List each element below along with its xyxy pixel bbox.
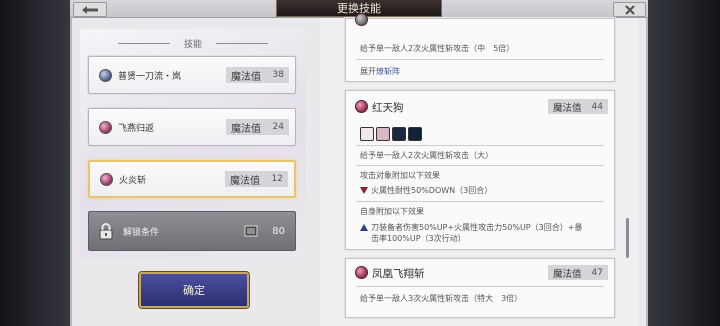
skill-name: 普贤一刀流・岚 bbox=[118, 71, 182, 82]
close-icon bbox=[624, 4, 635, 15]
card-divider bbox=[356, 59, 604, 60]
mp-label: 魔法值 bbox=[553, 268, 582, 280]
skill-card-title: 红天狗 bbox=[372, 102, 404, 114]
mp-cost-box: 魔法值 24 bbox=[226, 119, 289, 135]
sword-icon bbox=[408, 127, 422, 141]
buff-icon-row bbox=[360, 127, 422, 141]
sparkle-icon bbox=[392, 127, 406, 141]
card-divider bbox=[356, 145, 604, 146]
expand-prefix: 展开 bbox=[360, 67, 376, 76]
skill-orb-icon bbox=[355, 266, 368, 279]
scroll-item-icon bbox=[244, 225, 258, 237]
mp-value: 24 bbox=[272, 122, 284, 132]
skill-card-title: 凤凰飞翔斩 bbox=[372, 268, 425, 280]
unlock-label: 解锁条件 bbox=[123, 227, 160, 238]
skill-card-main[interactable]: 红天狗 魔法值 44 给予单一敌人2次火属性斩攻击（大） 攻击对象附加以下效果 … bbox=[345, 90, 615, 250]
card-divider bbox=[356, 201, 604, 202]
lock-icon bbox=[99, 223, 113, 240]
skill-orb-icon bbox=[355, 13, 368, 26]
mp-value: 12 bbox=[271, 174, 283, 184]
mp-cost-box: 魔法值 12 bbox=[225, 171, 288, 187]
skill-orb-icon bbox=[99, 120, 112, 134]
back-button[interactable] bbox=[73, 2, 107, 17]
close-button[interactable] bbox=[613, 2, 646, 17]
skill-item-1[interactable]: 普贤一刀流・岚 魔法值 38 bbox=[88, 56, 296, 94]
fire-crest-icon bbox=[376, 127, 390, 141]
mp-label: 魔法值 bbox=[553, 102, 582, 114]
unlock-value: 80 bbox=[272, 225, 285, 237]
self-effect-text-1: 刀装备者伤害50%UP+火属性攻击力50%UP（3回合）+暴 bbox=[371, 223, 583, 232]
debuff-arrow-down-icon bbox=[360, 187, 368, 194]
back-arrow-icon bbox=[82, 5, 98, 14]
skill-description: 给予单一敌人3次火属性斩攻击（特大 3倍） bbox=[360, 294, 523, 303]
skill-item-3-selected[interactable]: 火炎斩 魔法值 12 bbox=[88, 160, 296, 198]
mp-cost-box: 魔法值 38 bbox=[226, 67, 289, 83]
mp-cost-box: 魔法值 44 bbox=[548, 99, 608, 114]
target-effect-text: 火属性耐性50%DOWN（3回合） bbox=[371, 186, 493, 195]
skills-section-header: 技能 bbox=[80, 36, 306, 50]
self-effect-title: 自身附加以下效果 bbox=[360, 207, 424, 216]
card-divider bbox=[356, 165, 604, 166]
skill-card-next[interactable]: 凤凰飞翔斩 魔法值 47 给予单一敌人3次火属性斩攻击（特大 3倍） bbox=[345, 258, 615, 318]
skill-orb-icon bbox=[355, 100, 368, 113]
buff-arrow-up-icon bbox=[360, 224, 368, 231]
unlock-condition-button[interactable]: 解锁条件 80 bbox=[88, 211, 296, 251]
demon-mask-icon bbox=[360, 127, 374, 141]
header-divider-right bbox=[216, 42, 268, 44]
skill-name: 火炎斩 bbox=[119, 175, 147, 186]
target-effect-title: 攻击对象附加以下效果 bbox=[360, 171, 440, 180]
expand-row: 展开燎斩阵 bbox=[360, 66, 400, 77]
mp-label: 魔法值 bbox=[230, 175, 260, 187]
self-effect-text-2: 击率100%UP（3次行动） bbox=[371, 234, 466, 243]
target-effect-row: 火属性耐性50%DOWN（3回合） bbox=[360, 185, 492, 196]
skills-section-title: 技能 bbox=[183, 39, 202, 50]
mp-value: 38 bbox=[272, 70, 284, 80]
header-divider-left bbox=[117, 42, 170, 44]
card-divider bbox=[356, 286, 604, 287]
background-right bbox=[640, 0, 720, 326]
mp-cost-box: 魔法值 47 bbox=[548, 265, 608, 280]
mp-label: 魔法值 bbox=[231, 71, 261, 83]
skill-item-2[interactable]: 飞燕归返 魔法值 24 bbox=[88, 108, 296, 146]
background-left bbox=[0, 0, 80, 326]
skill-name: 飞燕归返 bbox=[118, 123, 155, 134]
confirm-label: 确定 bbox=[183, 284, 205, 297]
skill-orb-icon bbox=[99, 68, 112, 82]
skill-orb-icon bbox=[100, 172, 113, 186]
mp-value: 44 bbox=[591, 101, 603, 112]
self-effect-row: 刀装备者伤害50%UP+火属性攻击力50%UP（3回合）+暴 bbox=[360, 222, 582, 233]
mp-label: 魔法值 bbox=[231, 123, 261, 135]
confirm-button[interactable]: 确定 bbox=[139, 272, 249, 308]
skill-card-previous: 给予单一敌人2次火属性斩攻击（中 5倍） 展开燎斩阵 bbox=[345, 13, 615, 82]
skill-description: 给予单一敌人2次火属性斩攻击（中 5倍） bbox=[360, 44, 515, 53]
skill-description: 给予单一敌人2次火属性斩攻击（大） bbox=[360, 151, 494, 160]
expand-link[interactable]: 燎斩阵 bbox=[376, 67, 400, 76]
mp-value: 47 bbox=[591, 267, 603, 278]
scrollbar-thumb[interactable] bbox=[626, 218, 629, 258]
